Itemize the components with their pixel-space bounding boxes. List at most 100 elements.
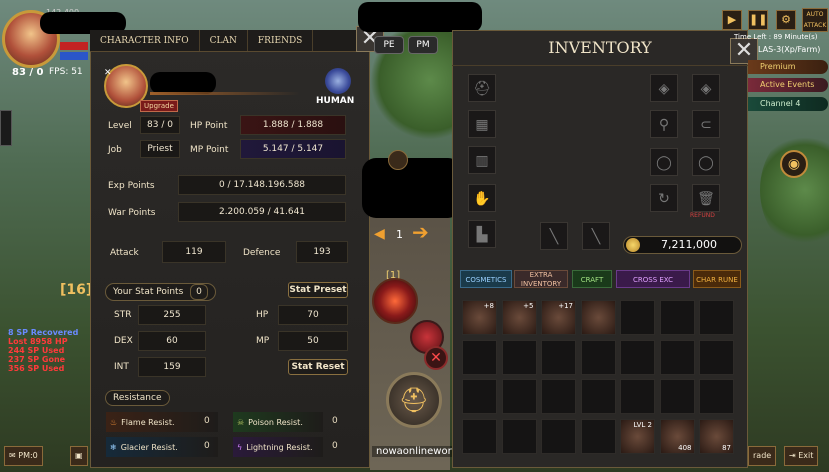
pm-button[interactable]: ✉ PM:0 [4,446,43,466]
upgrade-button[interactable]: Upgrade [140,100,178,112]
trade-button[interactable]: rade [748,446,777,466]
pm-toggle-button[interactable]: PM [408,36,438,54]
lock-icon[interactable]: ▣ [70,446,88,466]
inventory-slot[interactable]: 408 [659,418,695,454]
premium-pill[interactable]: Premium [748,60,828,74]
inventory-slot[interactable] [659,379,695,414]
round-icon[interactable] [388,150,408,170]
ring-right-slot-icon[interactable]: ◯ [692,148,720,176]
inventory-slot[interactable] [541,379,576,414]
server-label: LAS-3(Xp/Farm) [758,45,821,54]
flame-resist: ♨ Flame Resist. [106,412,218,432]
inventory-slot[interactable] [620,339,655,375]
chat-line: Lost 8958 HP [8,337,68,346]
eye-icon[interactable]: ◉ [780,150,808,178]
play-icon[interactable]: ▶ [722,10,742,30]
hp-stat-value[interactable]: 70 [278,305,348,325]
armor-slot-icon[interactable]: ▦ [468,110,496,138]
exp-value: 0 / 17.148.196.588 [178,175,346,195]
arrow-right-icon[interactable]: ➔ [412,220,436,244]
tab-extra-inventory[interactable]: EXTRA INVENTORY [514,270,568,288]
inventory-slot[interactable] [699,339,734,375]
poison-resist: ☠ Poison Resist. [233,412,323,432]
inventory-slot[interactable] [699,379,734,414]
inventory-title: INVENTORY [452,30,748,66]
inventory-slot[interactable]: 87 [699,418,734,454]
skill-button[interactable] [372,278,418,324]
inventory-slot[interactable]: +8 [462,300,497,335]
inventory-slot[interactable] [462,339,497,375]
stat-points-title: Your Stat Points 0 [105,283,216,301]
cancel-x-icon[interactable]: ✕ [424,346,448,370]
pants-slot-icon[interactable]: ▥ [468,146,496,174]
boots-slot-icon[interactable]: ▙ [468,220,496,248]
exp-label: Exp Points [108,181,155,191]
earring-left-slot-icon[interactable]: ◈ [650,74,678,102]
inventory-slot[interactable] [580,339,616,375]
inventory-slot[interactable] [580,300,616,335]
belt-slot-icon[interactable]: ⊂ [692,110,720,138]
weapon-right-slot-icon[interactable]: ╲ [582,222,610,250]
channel-pill[interactable]: Channel 4 [748,97,828,111]
center-count: 1 [396,228,403,241]
pause-icon[interactable]: ❚❚ [748,10,768,30]
defence-label: Defence [243,248,281,258]
inventory-slot[interactable] [501,339,537,375]
inventory-slot[interactable]: +17 [541,300,576,335]
inventory-slot[interactable] [541,418,576,454]
refresh-icon[interactable]: ↻ [650,184,678,212]
mp-stat-value[interactable]: 50 [278,331,348,351]
tab-clan[interactable]: CLAN [200,30,248,51]
hp-value: 1.888 / 1.888 [240,115,346,135]
tab-cross-exc[interactable]: CROSS EXC [616,270,690,288]
inventory-slot[interactable] [462,418,497,454]
tab-character-info[interactable]: CHARACTER INFO [90,30,200,51]
trash-icon[interactable]: 🗑 [692,184,720,212]
inventory-slot[interactable] [620,300,655,335]
helmet-slot-icon[interactable]: ⛑ [468,74,496,102]
exit-label: Exit [798,451,814,460]
tab-cosmetics[interactable]: COSMETICS [460,270,512,288]
stat-preset-button[interactable]: Stat Preset [288,282,348,298]
stat-reset-button[interactable]: Stat Reset [288,359,348,375]
item-upgrade-label: +5 [523,302,534,310]
pe-button[interactable]: PE [374,36,404,54]
str-value[interactable]: 255 [138,305,206,325]
tab-craft[interactable]: CRAFT [572,270,612,288]
tab-friends[interactable]: FRIENDS [248,30,314,51]
gloves-slot-icon[interactable]: ✋ [468,184,496,212]
dex-label: DEX [114,336,133,346]
int-value[interactable]: 159 [138,357,206,377]
inventory-slot[interactable] [659,339,695,375]
inventory-slot[interactable] [659,300,695,335]
inventory-slot[interactable]: +5 [501,300,537,335]
inventory-slot[interactable] [501,379,537,414]
job-value: Priest [140,140,180,158]
side-tab[interactable] [0,110,12,146]
dex-value[interactable]: 60 [138,331,206,351]
inventory-slot[interactable] [699,300,734,335]
active-events-pill[interactable]: Active Events [748,78,828,92]
earring-right-slot-icon[interactable]: ◈ [692,74,720,102]
ring-left-slot-icon[interactable]: ◯ [650,148,678,176]
auto-attack-button[interactable]: AUTO ATTACK [802,8,828,32]
inventory-slot[interactable] [620,379,655,414]
arrow-left-icon[interactable]: ◀ [374,224,388,244]
close-portrait-icon[interactable]: ✕ [104,68,112,78]
weapon-left-slot-icon[interactable]: ╲ [540,222,568,250]
item-upgrade-label: +17 [558,302,573,310]
necklace-slot-icon[interactable]: ⚲ [650,110,678,138]
inventory-slot[interactable] [580,379,616,414]
inventory-slot[interactable] [462,379,497,414]
item-count-label: 408 [678,443,692,452]
inventory-slot[interactable] [541,339,576,375]
attack-label: Attack [110,248,139,258]
pm-button-label: PM:0 [18,451,38,460]
inventory-slot[interactable] [580,418,616,454]
gear-icon[interactable]: ⚙ [776,10,796,30]
inventory-slot[interactable] [501,418,537,454]
exit-button[interactable]: ⇥ Exit [784,446,819,466]
inventory-slot[interactable]: LVL 2 [620,418,655,454]
attack-helmet-icon[interactable]: ⛑ [386,372,442,428]
tab-char-rune[interactable]: CHAR RUNE [693,270,741,288]
